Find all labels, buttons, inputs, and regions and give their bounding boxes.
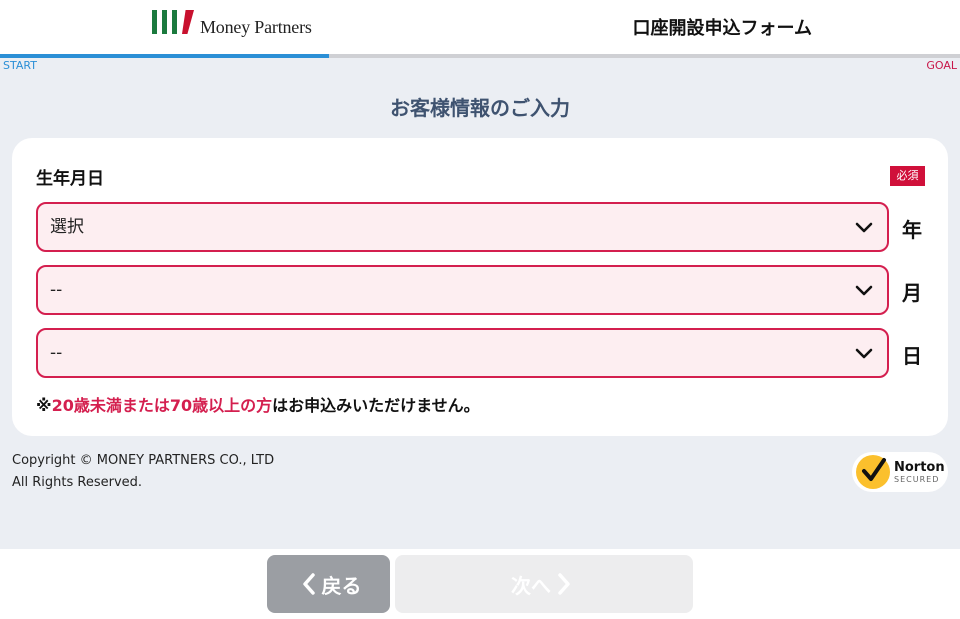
copyright-line1: Copyright © MONEY PARTNERS CO., LTD	[12, 453, 275, 468]
birth-day-value: --	[50, 343, 63, 363]
progress-start-label: START	[3, 59, 37, 72]
section-title: お客様情報のご入力	[390, 96, 570, 120]
chevron-right-icon	[558, 573, 570, 595]
notice-highlight: 20歳未満または70歳以上の方	[51, 396, 273, 415]
birth-year-value: 選択	[50, 217, 84, 237]
norton-secured-badge[interactable]: Norton SECURED	[852, 452, 948, 492]
back-button[interactable]: 戻る	[267, 555, 390, 613]
birthdate-label: 生年月日	[36, 169, 104, 189]
age-restriction-notice: ※20歳未満または70歳以上の方はお申込みいただけません。	[36, 392, 480, 416]
birth-month-select[interactable]: --	[36, 265, 889, 315]
logo-mark-icon	[152, 10, 194, 38]
header: Money Partners 口座開設申込フォーム	[0, 0, 960, 54]
year-unit-label: 年	[902, 218, 922, 242]
next-button-label: 次へ	[511, 573, 551, 598]
norton-check-icon	[856, 455, 890, 489]
progress-fill	[0, 54, 330, 58]
chevron-down-icon	[855, 222, 873, 233]
chevron-down-icon	[855, 348, 873, 359]
progress-bar	[0, 54, 960, 58]
required-badge: 必須	[890, 166, 925, 186]
month-unit-label: 月	[902, 281, 922, 305]
norton-name: Norton	[894, 459, 945, 475]
norton-sub: SECURED	[894, 474, 940, 484]
progress-goal-label: GOAL	[926, 59, 957, 72]
money-partners-logo[interactable]: Money Partners	[152, 8, 312, 38]
birth-month-value: --	[50, 280, 63, 300]
logo-text: Money Partners	[200, 17, 312, 37]
birthdate-card: 生年月日 必須 選択 年 -- 月 -- 日 ※20歳未満または70歳以上の方は…	[12, 138, 948, 436]
chevron-left-icon	[302, 573, 315, 595]
birth-day-select[interactable]: --	[36, 328, 889, 378]
chevron-down-icon	[855, 285, 873, 296]
day-unit-label: 日	[902, 344, 922, 368]
copyright-line2: All Rights Reserved.	[12, 475, 143, 490]
copyright: Copyright © MONEY PARTNERS CO., LTD All …	[12, 450, 274, 494]
notice-prefix: ※	[36, 396, 52, 415]
back-button-label: 戻る	[321, 573, 362, 598]
notice-suffix: はお申込みいただけません。	[272, 396, 480, 415]
next-button[interactable]: 次へ	[395, 555, 693, 613]
footer-nav: 戻る 次へ	[0, 549, 960, 619]
form-title: 口座開設申込フォーム	[632, 18, 812, 39]
birth-year-select[interactable]: 選択	[36, 202, 889, 252]
